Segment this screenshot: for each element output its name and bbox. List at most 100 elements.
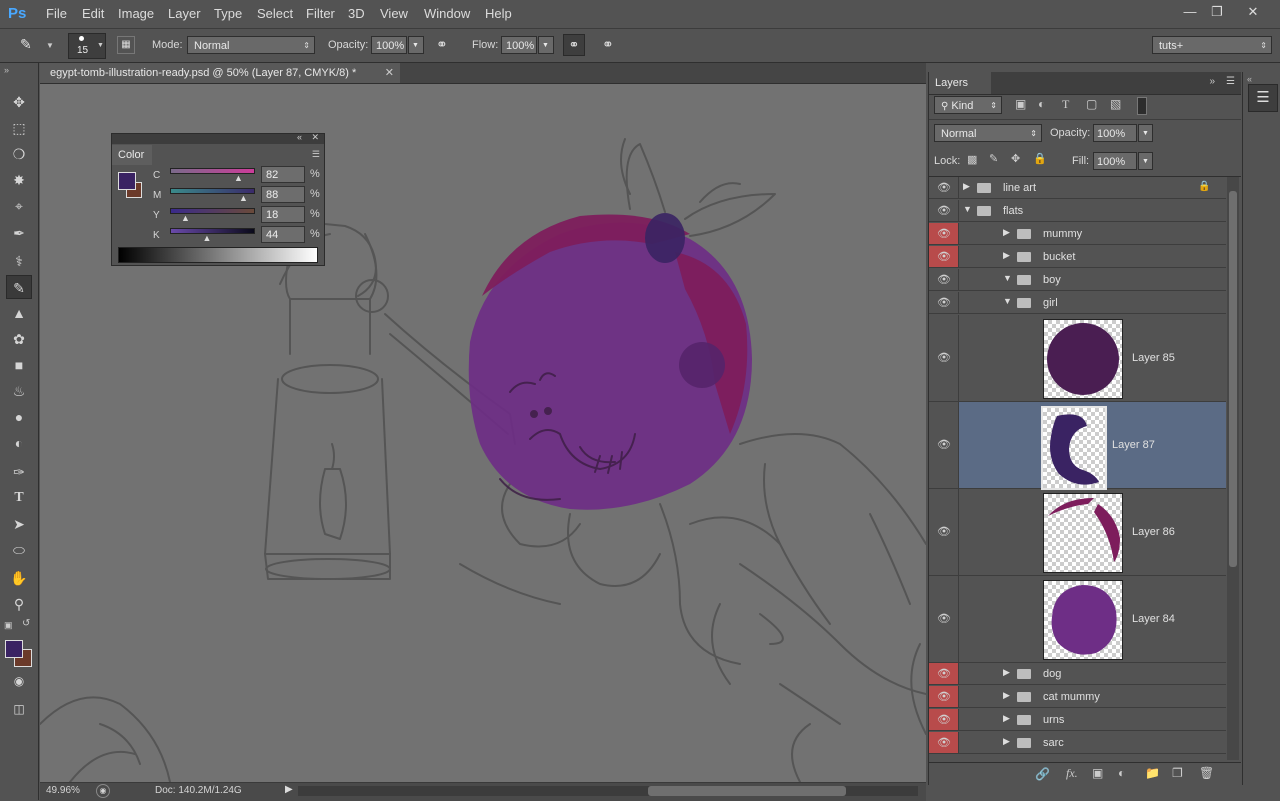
menu-help[interactable]: Help [485, 0, 512, 28]
color-panel-tab[interactable]: Color [112, 145, 152, 165]
visibility-toggle[interactable]: 👁 [929, 576, 959, 662]
menu-3d[interactable]: 3D [348, 0, 365, 28]
menu-type[interactable]: Type [214, 0, 242, 28]
channel-m-input[interactable]: 88 [261, 186, 305, 203]
filter-toggle[interactable] [1137, 97, 1147, 115]
brush-size-picker[interactable]: 15 ▼ [68, 33, 106, 59]
color-panel-titlebar[interactable]: « ✕ [112, 132, 324, 144]
collapse-icon[interactable]: « [297, 132, 302, 142]
channel-k-track[interactable] [170, 228, 255, 234]
menu-layer[interactable]: Layer [168, 0, 201, 28]
layers-panel-icon[interactable]: ☰ [1248, 84, 1278, 112]
layer-row-urns[interactable]: 👁 ▶ urns [929, 709, 1226, 731]
quick-mask-icon[interactable]: ◉ [6, 669, 32, 693]
menu-window[interactable]: Window [424, 0, 470, 28]
visibility-toggle[interactable]: 👁 [929, 200, 959, 221]
visibility-toggle[interactable]: 👁 [929, 315, 959, 401]
add-mask-icon[interactable]: ▣ [1092, 766, 1103, 780]
filter-smart-object-icon[interactable]: ▧ [1110, 97, 1121, 111]
restore-icon[interactable]: ❐ [1205, 2, 1229, 22]
visibility-toggle[interactable]: 👁 [929, 292, 959, 313]
layer-row-line-art[interactable]: 👁 ▶ line art 🔒 [929, 177, 1226, 199]
collapse-icon[interactable]: « [1247, 74, 1252, 84]
layer-row-bucket[interactable]: 👁 ▶ bucket [929, 246, 1226, 268]
pressure-size-icon[interactable]: ⚭ [602, 36, 614, 53]
expand-arrow-icon[interactable]: ▶ [1003, 250, 1010, 261]
lock-all-icon[interactable]: 🔒 [1033, 152, 1047, 165]
chevron-down-icon[interactable]: ▼ [538, 36, 554, 54]
layer-row-sarc[interactable]: 👁 ▶ sarc [929, 732, 1226, 754]
layer-row-mummy[interactable]: 👁 ▶ mummy [929, 223, 1226, 245]
blur-tool-icon[interactable]: ● [6, 405, 32, 429]
new-group-icon[interactable]: 📁 [1145, 766, 1160, 780]
chevron-down-icon[interactable]: ▼ [46, 41, 54, 50]
chevron-down-icon[interactable]: ▼ [1138, 124, 1153, 142]
zoom-tool-icon[interactable]: ⚲ [6, 592, 32, 616]
collapse-icon[interactable]: » [1209, 76, 1215, 87]
type-tool-icon[interactable]: T [6, 486, 32, 510]
visibility-toggle[interactable]: 👁 [929, 663, 959, 684]
link-layers-icon[interactable]: 🔗 [1035, 767, 1050, 781]
brush-tool-icon[interactable]: ✎ [6, 275, 32, 299]
channel-y-input[interactable]: 18 [261, 206, 305, 223]
minimize-icon[interactable]: — [1178, 2, 1202, 22]
color-ramp[interactable] [118, 247, 318, 263]
expand-arrow-icon[interactable]: ▶ [1003, 227, 1010, 238]
workspace-select[interactable]: tuts+ ⇕ [1152, 36, 1272, 54]
filter-adjustment-icon[interactable]: ◐ [1038, 97, 1045, 111]
layer-row-flats[interactable]: 👁 ▼ flats [929, 200, 1226, 222]
swap-colors-icon[interactable]: ↺ [22, 618, 30, 629]
horizontal-scrollbar[interactable] [298, 786, 918, 796]
menu-edit[interactable]: Edit [82, 0, 104, 28]
menu-file[interactable]: File [46, 0, 67, 28]
filter-kind-select[interactable]: ⚲ Kind ⇕ [934, 96, 1002, 114]
lock-position-icon[interactable]: ✥ [1011, 152, 1020, 165]
visibility-toggle[interactable]: 👁 [929, 177, 959, 198]
fill-input[interactable]: 100% [1093, 152, 1137, 170]
visibility-toggle[interactable]: 👁 [929, 489, 959, 575]
visibility-toggle[interactable]: 👁 [929, 732, 959, 753]
new-layer-icon[interactable]: ❐ [1172, 766, 1183, 780]
panel-menu-icon[interactable]: ☰ [312, 149, 320, 160]
scrollbar-thumb[interactable] [1229, 191, 1237, 567]
crop-tool-icon[interactable]: ⌖ [6, 194, 32, 218]
filter-shape-icon[interactable]: ▢ [1086, 97, 1097, 111]
scrollbar-thumb[interactable] [648, 786, 846, 796]
slider-handle-icon[interactable]: ▲ [234, 173, 243, 183]
chevron-down-icon[interactable]: ▼ [1138, 152, 1153, 170]
foreground-color-swatch[interactable] [118, 172, 136, 190]
lasso-tool-icon[interactable]: ❍ [6, 142, 32, 166]
hand-tool-icon[interactable]: ✋ [6, 566, 32, 590]
mode-select[interactable]: Normal ⇕ [187, 36, 315, 54]
layer-row-layer-85[interactable]: 👁 Layer 85 [929, 315, 1226, 402]
pen-tool-icon[interactable]: ✑ [6, 460, 32, 484]
visibility-toggle[interactable]: 👁 [929, 709, 959, 730]
layer-opacity-input[interactable]: 100% [1093, 124, 1137, 142]
paint-bucket-tool-icon[interactable]: ♨ [6, 379, 32, 403]
marquee-tool-icon[interactable]: ⬚ [6, 116, 32, 140]
lock-image-icon[interactable]: ✎ [989, 152, 998, 165]
opacity-input[interactable]: 100% [371, 36, 407, 54]
filter-pixel-icon[interactable]: ▣ [1015, 97, 1026, 111]
screen-mode-icon[interactable]: ◫ [6, 697, 32, 721]
expand-arrow-icon[interactable]: ▶ [1003, 713, 1010, 724]
slider-handle-icon[interactable]: ▲ [203, 233, 212, 243]
visibility-toggle[interactable]: 👁 [929, 402, 959, 488]
layers-scrollbar[interactable] [1227, 177, 1239, 760]
zoom-level[interactable]: 49.96% [46, 785, 80, 796]
slider-handle-icon[interactable]: ▲ [239, 193, 248, 203]
collapse-arrow-icon[interactable]: ▼ [963, 204, 972, 214]
panel-menu-icon[interactable]: ☰ [1226, 76, 1235, 87]
blend-mode-select[interactable]: Normal ⇕ [934, 124, 1042, 142]
channel-c-input[interactable]: 82 [261, 166, 305, 183]
close-panel-icon[interactable]: ✕ [311, 132, 319, 143]
chevron-down-icon[interactable]: ▼ [408, 36, 424, 54]
layer-row-layer-87[interactable]: 👁 Layer 87 [929, 402, 1226, 490]
menu-view[interactable]: View [380, 0, 408, 28]
pressure-opacity-icon[interactable]: ⚭ [436, 36, 448, 53]
layer-row-cat-mummy[interactable]: 👁 ▶ cat mummy [929, 686, 1226, 708]
visibility-toggle[interactable]: 👁 [929, 686, 959, 707]
layer-style-icon[interactable]: fx. [1066, 766, 1078, 781]
expand-arrow-icon[interactable]: ▶ [1003, 690, 1010, 701]
expand-arrow-icon[interactable]: ▶ [1003, 736, 1010, 747]
